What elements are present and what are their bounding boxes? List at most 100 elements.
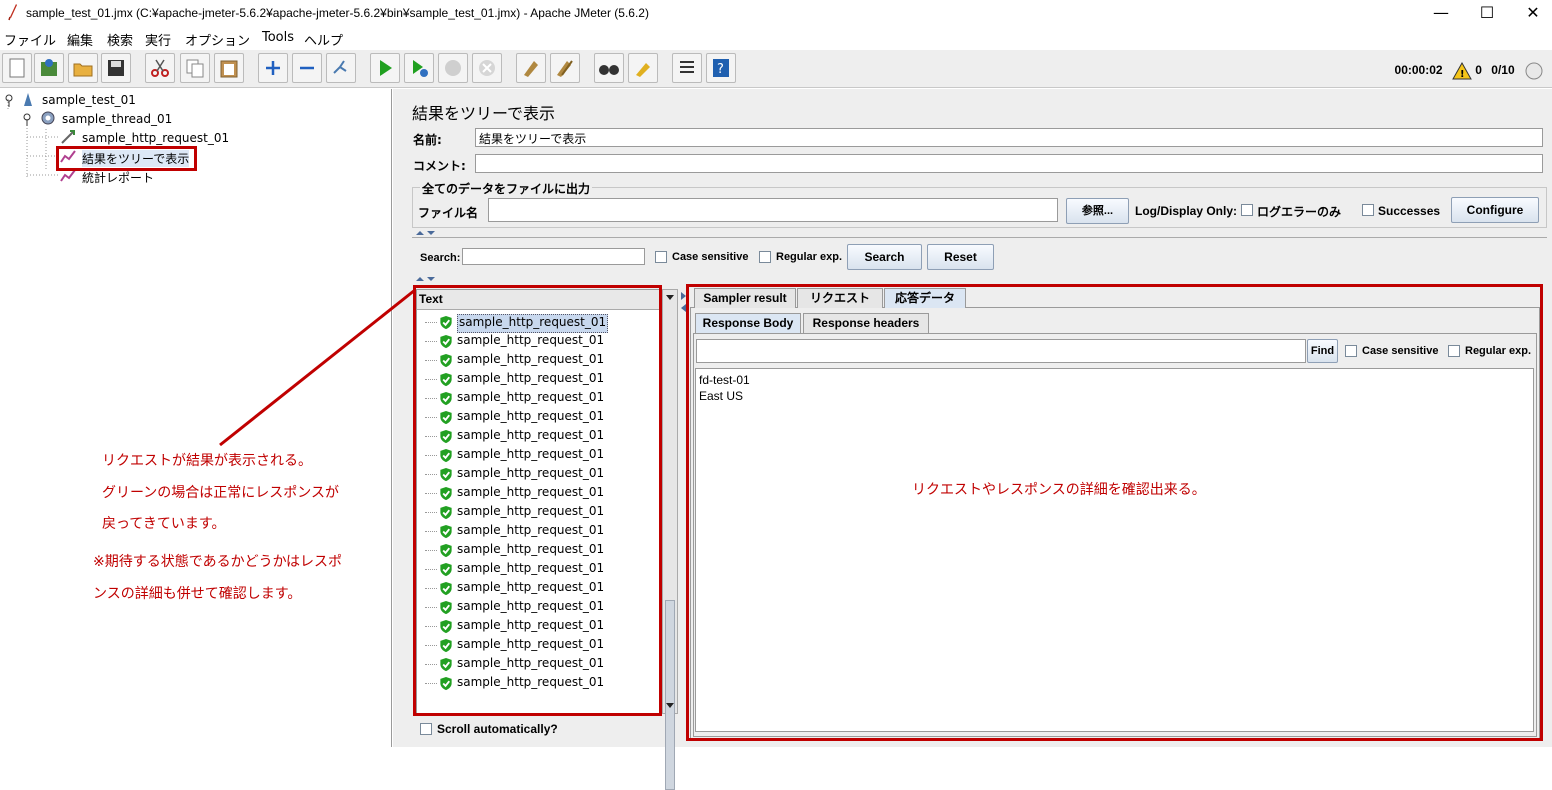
tree-root[interactable]: sample_test_01 xyxy=(42,93,136,107)
reset-search-icon xyxy=(636,63,650,77)
comment-field[interactable] xyxy=(475,154,1543,173)
separator xyxy=(412,237,1547,238)
split-arrows-icon[interactable] xyxy=(414,229,438,237)
errors-only-label: ログエラーのみ xyxy=(1257,205,1342,219)
scroll-up-icon[interactable] xyxy=(664,292,676,302)
http-request-icon xyxy=(61,130,75,144)
templates-button[interactable] xyxy=(34,53,64,83)
reset-button[interactable]: Reset xyxy=(927,244,994,270)
toggle-button[interactable] xyxy=(326,53,356,83)
close-button[interactable]: ✕ xyxy=(1510,0,1552,28)
collapse-button[interactable] xyxy=(292,53,322,83)
configure-button[interactable]: Configure xyxy=(1451,197,1539,223)
svg-text:?: ? xyxy=(717,62,724,77)
comment-label: コメント: xyxy=(413,159,466,173)
tree-summary-report[interactable]: 統計レポート xyxy=(82,169,154,186)
search-submit-button[interactable]: Search xyxy=(847,244,922,270)
filename-label: ファイル名 xyxy=(418,206,479,220)
scissors-icon xyxy=(151,59,169,77)
binoculars-icon xyxy=(599,65,619,75)
cut-button[interactable] xyxy=(145,53,175,83)
play-no-pause-icon xyxy=(413,60,428,77)
paste-button[interactable] xyxy=(214,53,244,83)
templates-icon xyxy=(41,59,57,76)
plus-icon xyxy=(266,61,280,75)
regex-checkbox[interactable] xyxy=(759,251,771,263)
warning-count: 0 xyxy=(1475,63,1482,78)
save-button[interactable] xyxy=(101,53,131,83)
search-input[interactable] xyxy=(462,248,645,265)
annotation-text: リクエストが結果が表示される。 xyxy=(102,453,312,469)
open-button[interactable] xyxy=(68,53,98,83)
regex-label: Regular exp. xyxy=(776,251,843,263)
panel-title: 結果をツリーで表示 xyxy=(412,104,556,123)
maximize-button[interactable]: ☐ xyxy=(1464,0,1510,28)
filename-field[interactable] xyxy=(488,198,1058,222)
minus-icon xyxy=(300,66,314,70)
play-icon xyxy=(380,60,392,76)
elapsed-time: 00:00:02 xyxy=(1394,63,1443,78)
case-sensitive-checkbox[interactable] xyxy=(655,251,667,263)
expand-toggle-icon[interactable] xyxy=(4,93,20,109)
menu-bar: ファイル 編集 検索 実行 オプション Tools ヘルプ xyxy=(0,28,1552,50)
menu-file[interactable]: ファイル xyxy=(4,30,56,49)
split-arrows-icon[interactable] xyxy=(414,275,438,283)
toolbar: ? xyxy=(0,50,1552,88)
shutdown-icon xyxy=(479,60,495,76)
stop-button[interactable] xyxy=(438,53,468,83)
menu-options[interactable]: オプション xyxy=(185,30,250,49)
status-area: 00:00:02 ! 0 0/10 xyxy=(1395,61,1544,81)
annotation-text: ンスの詳細も併せて確認します。 xyxy=(93,586,302,602)
name-field[interactable]: 結果をツリーで表示 xyxy=(475,128,1543,147)
reset-search-button[interactable] xyxy=(628,53,658,83)
function-helper-button[interactable] xyxy=(672,53,702,83)
clear-button[interactable] xyxy=(516,53,546,83)
menu-edit[interactable]: 編集 xyxy=(67,30,93,49)
log-display-label: Log/Display Only: xyxy=(1135,204,1238,218)
menu-run[interactable]: 実行 xyxy=(145,30,171,49)
expand-button[interactable] xyxy=(258,53,288,83)
help-button[interactable]: ? xyxy=(706,53,736,83)
start-no-pause-button[interactable] xyxy=(404,53,434,83)
broom-icon xyxy=(524,61,538,77)
copy-icon xyxy=(186,59,204,78)
highlight-box-tree xyxy=(56,146,197,171)
open-folder-icon xyxy=(73,63,93,77)
scrollbar-thumb[interactable] xyxy=(665,600,675,790)
jmeter-logo-icon xyxy=(8,4,17,21)
tree-http-request[interactable]: sample_http_request_01 xyxy=(82,131,229,145)
scroll-down-icon[interactable] xyxy=(664,700,676,710)
browse-button[interactable]: 参照... xyxy=(1066,198,1129,224)
toggle-icon xyxy=(333,60,347,74)
case-sensitive-label: Case sensitive xyxy=(672,251,749,263)
search-button[interactable] xyxy=(594,53,624,83)
name-label: 名前: xyxy=(413,133,442,147)
menu-help[interactable]: ヘルプ xyxy=(304,30,343,49)
copy-button[interactable] xyxy=(180,53,210,83)
warning-icon[interactable]: ! xyxy=(1452,61,1472,80)
paste-icon xyxy=(220,60,238,78)
scroll-auto-checkbox[interactable] xyxy=(420,723,432,735)
start-button[interactable] xyxy=(370,53,400,83)
menu-tools[interactable]: Tools xyxy=(262,30,294,45)
highlight-box-detail xyxy=(686,284,1543,741)
broom-all-icon xyxy=(557,60,573,77)
expand-toggle-icon[interactable] xyxy=(22,112,38,128)
errors-only-checkbox[interactable] xyxy=(1241,204,1253,216)
group-label: 全てのデータをファイルに出力 xyxy=(420,180,593,197)
annotation-text: ※期待する状態であるかどうかはレスポ xyxy=(93,554,343,570)
list-icon xyxy=(680,61,694,73)
successes-label: Successes xyxy=(1378,204,1441,218)
minimize-button[interactable]: — xyxy=(1418,0,1464,28)
annotation-arrow xyxy=(219,288,416,447)
help-icon: ? xyxy=(713,59,729,77)
shutdown-button[interactable] xyxy=(472,53,502,83)
test-plan-icon xyxy=(24,93,32,106)
successes-checkbox[interactable] xyxy=(1362,204,1374,216)
results-scrollbar[interactable] xyxy=(662,289,678,790)
menu-search[interactable]: 検索 xyxy=(107,30,133,49)
clear-all-button[interactable] xyxy=(550,53,580,83)
highlight-box-results xyxy=(413,285,662,716)
tree-thread-group[interactable]: sample_thread_01 xyxy=(62,112,172,126)
new-button[interactable] xyxy=(2,53,32,83)
